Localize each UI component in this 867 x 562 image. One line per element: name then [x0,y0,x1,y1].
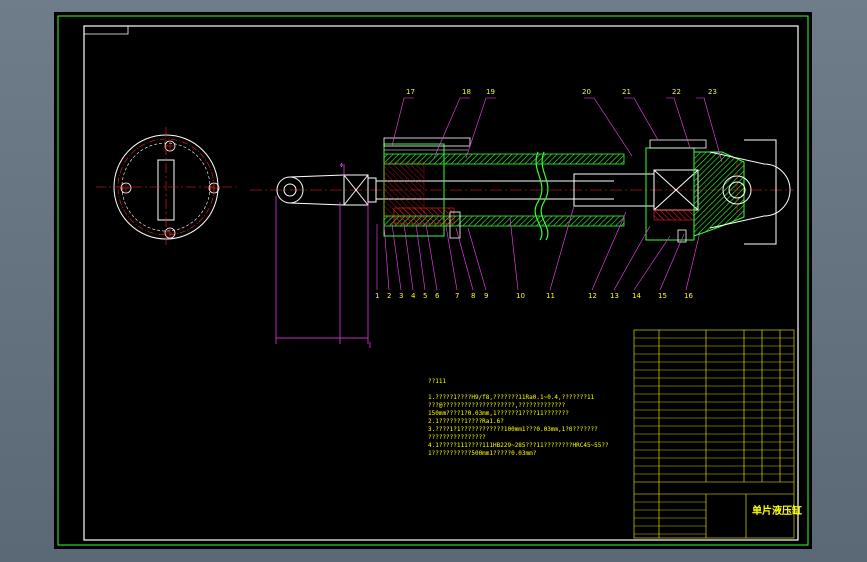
balloon-label: 5 [423,292,427,300]
note-line: 3.????1?1????????????100mm1???0.03mm,1?0… [428,426,598,433]
technical-notes: 1.?????1????H9/f8,???????11Ra0.1~0.4,???… [428,394,609,458]
dimension-lines [275,164,371,348]
balloon-label: 14 [632,292,641,300]
balloon-label: 4 [411,292,416,300]
note-line: 1.?????1????H9/f8,???????11Ra0.1~0.4,???… [428,394,595,401]
title-block-name: 单片液压缸 [752,506,802,517]
outer-frame [57,15,809,546]
balloon-label: 21 [622,88,631,96]
balloon-label: 16 [684,292,693,300]
balloon-label: 18 [462,88,471,96]
break-symbol [534,151,543,241]
note-line: 4.1?????111????111HB229~285???11????????… [428,442,609,449]
balloon-label: 8 [471,292,475,300]
balloon-label: 9 [484,292,488,300]
note-line: 2.1???????1????Ra1.6? [428,418,504,425]
cad-viewport[interactable]: Φ 17 18 19 20 21 22 23 1 2 3 4 5 6 7 8 9… [54,12,812,549]
balloons-bottom: 1 2 3 4 5 6 7 8 9 10 11 12 13 14 15 16 [375,292,693,300]
balloon-label: 15 [658,292,667,300]
balloon-label: 7 [455,292,459,300]
note-line: ???????????????? [428,434,486,441]
balloon-label: 2 [387,292,391,300]
balloon-label: 19 [486,88,495,96]
balloon-label: 6 [435,292,440,300]
balloon-label: 1 [375,292,379,300]
notes-heading: ??111 [428,378,447,385]
note-line: 150mm????1?0.03mm,1??????1????11??????? [428,410,569,417]
cylinder-barrel [383,137,625,239]
corner-mark [84,26,129,35]
balloon-label: 3 [399,292,403,300]
note-line: ???@????????????????????,????????????? [428,402,566,409]
inner-border [83,25,799,541]
hydraulic-cylinder-drawing: Φ 17 18 19 20 21 22 23 1 2 3 4 5 6 7 8 9… [57,15,809,546]
balloon-label: 10 [516,292,525,300]
note-line: 1???????????500mm1?????0.03mm? [428,450,537,457]
balloon-label: 11 [546,292,555,300]
balloon-label: 23 [708,88,717,96]
balloons-top: 17 18 19 20 21 22 23 [406,88,717,96]
balloon-label: 20 [582,88,591,96]
balloon-label: 22 [672,88,681,96]
balloon-label: 12 [588,292,597,300]
balloon-label: 17 [406,88,415,96]
end-view [96,127,236,247]
dimension-label: Φ [340,163,343,169]
leader-lines [376,97,723,291]
balloon-label: 13 [610,292,619,300]
